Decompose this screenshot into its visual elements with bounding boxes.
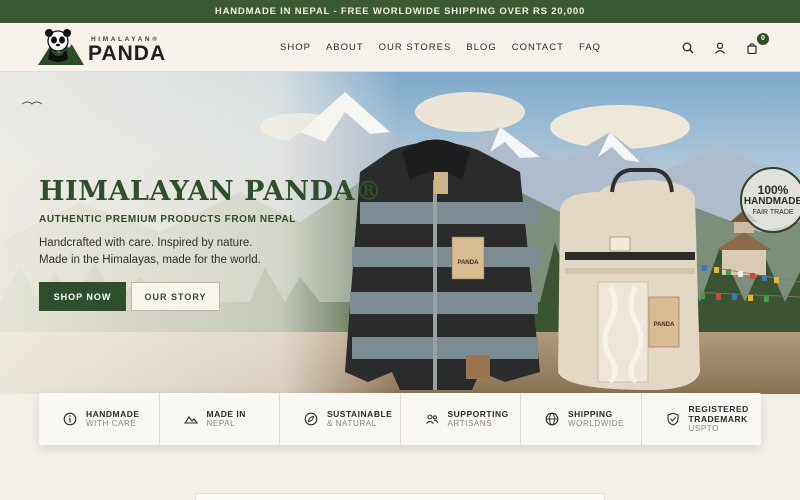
feature-subtitle: WORLDWIDE [568, 419, 625, 428]
feature-handmade: HANDMADE WITH CARE [39, 393, 160, 445]
user-icon [715, 42, 725, 54]
nav-contact[interactable]: CONTACT [512, 42, 564, 53]
panda-mountain-logo-icon [38, 29, 84, 65]
feature-registered-trademark: REGISTERED TRADEMARK USPTO [642, 393, 762, 445]
jacket-tag-text: PANDA [458, 260, 480, 266]
feature-subtitle: NEPAL [206, 419, 236, 428]
feature-title: SUPPORTING [447, 409, 509, 419]
site-header: HIMALAYAN® PANDA SHOP ABOUT OUR STORES B… [0, 23, 800, 72]
next-section-card-edge [195, 493, 605, 500]
announcement-bar: HANDMADE IN NEPAL - FREE WORLDWIDE SHIPP… [0, 0, 800, 23]
feature-title: SUSTAINABLE [327, 409, 393, 419]
people-icon [425, 414, 438, 424]
logo-big-text: PANDA [88, 42, 167, 65]
feature-subtitle: USPTO [688, 424, 719, 433]
nav-shop[interactable]: SHOP [280, 42, 311, 53]
nav-our-stores[interactable]: OUR STORES [379, 42, 452, 53]
feature-title: REGISTERED TRADEMARK [688, 404, 749, 424]
badge-handmade: HANDMADE [743, 196, 800, 207]
search-icon [682, 42, 694, 53]
badge-fair-trade: FAIR TRADE [752, 209, 794, 216]
feature-shipping-worldwide: SHIPPING WORLDWIDE [521, 393, 642, 445]
feature-sustainable: SUSTAINABLE & NATURAL [280, 393, 401, 445]
hemp-backpack-illustration: PANDA [558, 168, 700, 390]
header-actions: 0 [680, 23, 769, 72]
cart-count-badge: 0 [757, 32, 769, 45]
hero-title: HIMALAYAN PANDA® [39, 176, 383, 207]
hero-description-line-1: Handcrafted with care. Inspired by natur… [39, 237, 253, 249]
handmade-fair-trade-badge: 100% HANDMADE FAIR TRADE [740, 167, 800, 233]
nav-blog[interactable]: BLOG [466, 42, 496, 53]
compass-leaf-icon [304, 412, 318, 426]
hero-banner: PANDA PANDA HIMALAYAN PANDA® AUTHENTIC P… [0, 72, 800, 394]
announcement-text: HANDMADE IN NEPAL - FREE WORLDWIDE SHIPP… [214, 6, 586, 17]
features-bar: HANDMADE WITH CARE MADE IN NEPAL SUSTAIN… [39, 393, 761, 445]
hero-cta-group: SHOP NOW OUR STORY [39, 282, 220, 311]
account-button[interactable] [712, 40, 728, 56]
our-story-button[interactable]: OUR STORY [131, 282, 220, 311]
badge-percent: 100% [757, 183, 789, 197]
feature-made-in-nepal: MADE IN NEPAL [160, 393, 280, 445]
mountain-icon [183, 416, 198, 424]
cart-button[interactable]: 0 [744, 32, 769, 56]
hero-subtitle: AUTHENTIC PREMIUM PRODUCTS FROM NEPAL [39, 214, 297, 225]
hero-description: Handcrafted with care. Inspired by natur… [39, 235, 359, 269]
info-circle-icon [63, 412, 77, 426]
feature-subtitle: & NATURAL [327, 419, 377, 428]
feature-supporting-artisans: SUPPORTING ARTISANS [401, 393, 521, 445]
search-button[interactable] [680, 40, 696, 56]
feature-title: MADE IN [206, 409, 246, 419]
shield-check-icon [666, 412, 679, 426]
bag-tag-text: PANDA [654, 322, 676, 328]
nav-faq[interactable]: FAQ [579, 42, 601, 53]
logo[interactable]: HIMALAYAN® PANDA [38, 28, 180, 66]
logo-wordmark: HIMALAYAN® PANDA [88, 29, 178, 65]
hero-copy: HIMALAYAN PANDA® AUTHENTIC PREMIUM PRODU… [39, 176, 383, 311]
main-nav: SHOP ABOUT OUR STORES BLOG CONTACT FAQ [280, 23, 616, 72]
feature-title: SHIPPING [568, 409, 613, 419]
hero-description-line-2: Made in the Himalayas, made for the worl… [39, 254, 261, 266]
shop-now-button[interactable]: SHOP NOW [39, 282, 126, 311]
nav-about[interactable]: ABOUT [326, 42, 364, 53]
feature-title: HANDMADE [86, 409, 140, 419]
feature-subtitle: ARTISANS [447, 419, 493, 428]
globe-icon [545, 412, 559, 426]
feature-subtitle: WITH CARE [86, 419, 137, 428]
bag-icon [747, 42, 757, 54]
